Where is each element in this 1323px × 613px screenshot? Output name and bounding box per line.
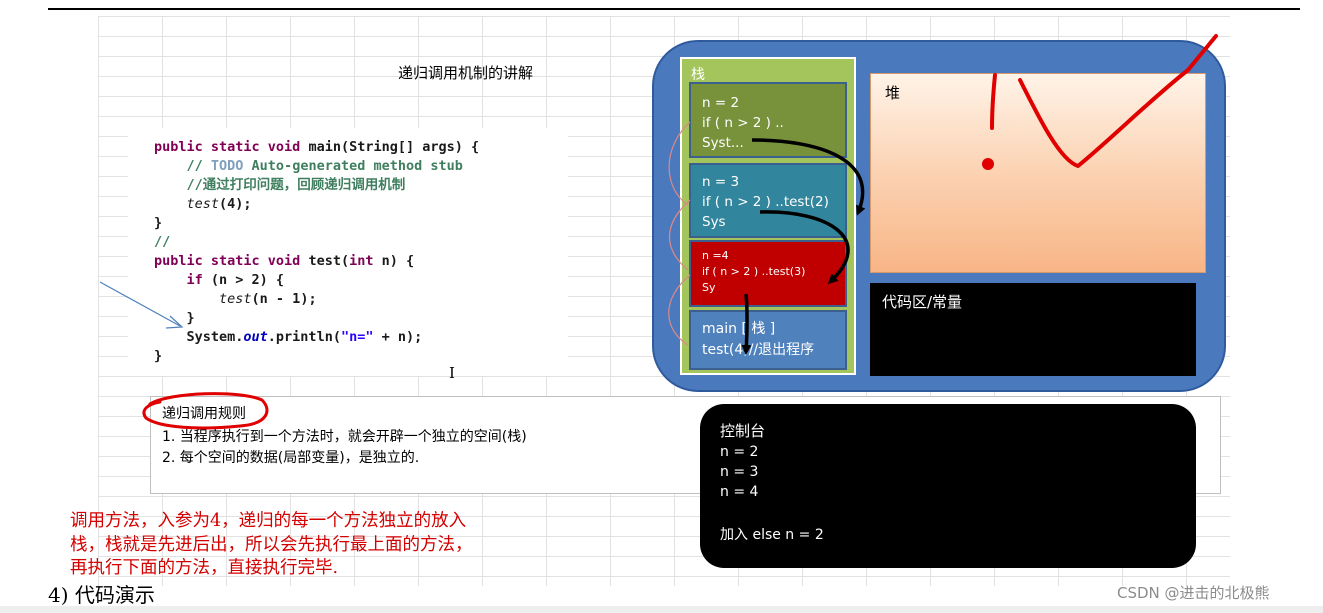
return-arc: [668, 274, 691, 346]
hand-drawn-circle: [142, 392, 269, 430]
hand-drawn-mark: [982, 158, 994, 170]
call-arrow: [751, 138, 866, 216]
return-arc: [668, 199, 691, 271]
call-arrow: [759, 210, 850, 285]
diagram-arrows: [99, 34, 1218, 430]
pointer-arrow: [99, 281, 181, 327]
hand-drawn-mark: [1018, 34, 1218, 168]
call-arrow: [741, 293, 752, 355]
return-arc: [668, 121, 691, 206]
hand-drawn-mark: [990, 73, 997, 130]
